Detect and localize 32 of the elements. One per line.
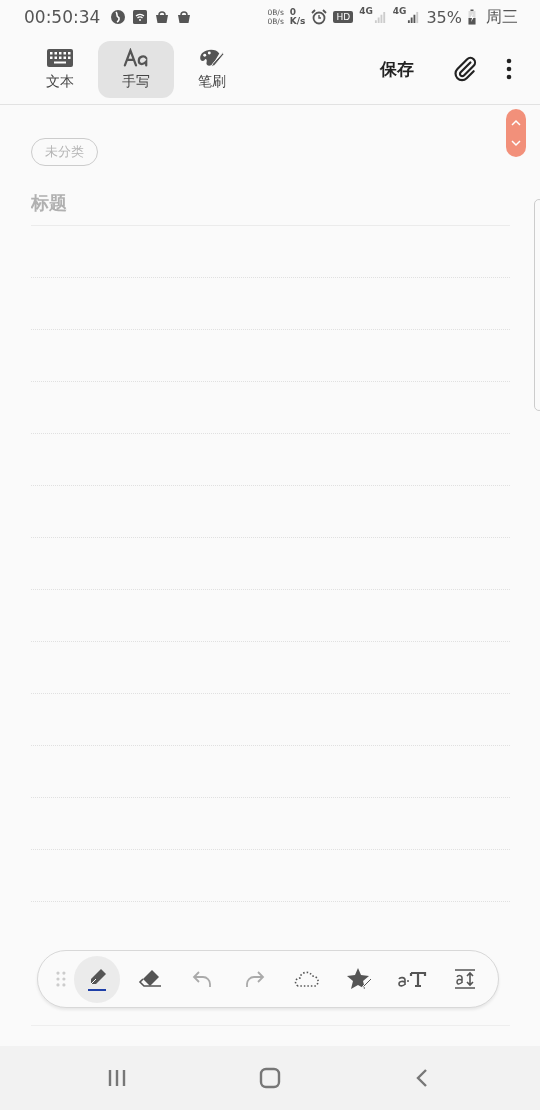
line-spacing-icon [452,967,477,991]
weekday: 周三 [486,6,518,28]
speed-value: 0 [289,8,298,17]
text-convert-icon [397,969,428,989]
hd-badge: HD [333,11,354,23]
signal-icon [373,10,387,24]
shopping-bag-icon [154,9,171,25]
drag-handle-icon[interactable] [56,971,66,987]
handwriting-icon [123,47,149,68]
speed-unit: K/s [289,17,306,26]
title-field[interactable]: 标题 [31,186,510,226]
more-options-icon[interactable] [506,57,512,81]
battery-level: 35% [426,7,462,27]
battery-charging-icon [468,9,476,25]
network-type: 4G [392,6,407,16]
home-icon[interactable] [259,1067,281,1089]
palette-icon [199,47,225,68]
attachment-icon[interactable] [452,56,478,82]
network-type: 4G [359,6,373,16]
globe-icon [110,9,127,25]
mode-tab[interactable]: 笔刷 [174,40,250,98]
mode-tab[interactable]: 文本 [22,40,98,98]
alarm-icon [311,9,328,25]
star-pen-icon [346,967,373,991]
wifi-icon [132,9,149,25]
shopping-bag-icon [176,9,193,25]
save-button[interactable]: 保存 [374,53,420,85]
keyboard-icon [47,47,73,68]
mode-tab[interactable]: 手写 [98,40,174,98]
scroll-buttons[interactable] [506,109,526,157]
signal-icon [407,10,421,24]
clock: 00:50:34 [24,7,101,27]
